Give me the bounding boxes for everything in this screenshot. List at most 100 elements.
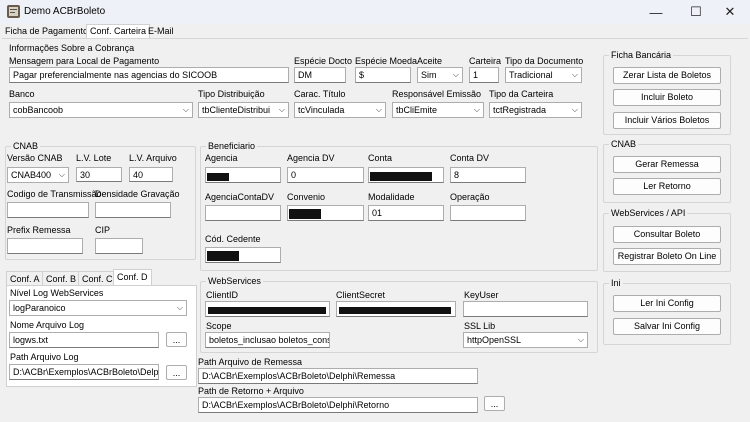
consultar-boleto-button[interactable]: Consultar Boleto bbox=[613, 226, 721, 243]
browse-log-path-button[interactable]: ... bbox=[166, 365, 187, 380]
lv-lote-label: L.V. Lote bbox=[76, 153, 112, 163]
gerar-remessa-button[interactable]: Gerar Remessa bbox=[613, 156, 721, 173]
path-remessa-input[interactable]: D:\ACBr\Exemplos\ACBrBoleto\Delphi\Remes… bbox=[198, 368, 478, 384]
minimize-button[interactable]: — bbox=[636, 0, 676, 24]
ficha-bancaria-title: Ficha Bancária bbox=[609, 50, 674, 60]
incluir-boleto-button[interactable]: Incluir Boleto bbox=[613, 89, 721, 106]
especie-moeda-input[interactable]: $ bbox=[355, 67, 411, 83]
codigo-transmissao-label: Codigo de Transmissão bbox=[7, 189, 102, 199]
key-user-input[interactable] bbox=[463, 301, 588, 317]
path-retorno-input[interactable]: D:\ACBr\Exemplos\ACBrBoleto\Delphi\Retor… bbox=[198, 397, 478, 413]
cip-input[interactable] bbox=[95, 238, 143, 254]
key-user-label: KeyUser bbox=[464, 290, 499, 300]
chevron-down-icon: ⌵ bbox=[577, 335, 584, 344]
codigo-transmissao-input[interactable] bbox=[7, 202, 89, 218]
prefix-remessa-label: Prefix Remessa bbox=[7, 225, 71, 235]
ini-title: Ini bbox=[609, 278, 623, 288]
redacted-value bbox=[339, 307, 451, 314]
client-id-label: ClientID bbox=[206, 290, 239, 300]
salvar-ini-button[interactable]: Salvar Ini Config bbox=[613, 318, 721, 335]
browse-log-file-button[interactable]: ... bbox=[166, 332, 187, 347]
conta-dv-input[interactable]: 8 bbox=[450, 167, 526, 183]
tab-conf-b[interactable]: Conf. B bbox=[42, 271, 81, 286]
chevron-down-icon: ⌵ bbox=[571, 105, 578, 114]
tipo-distribuicao-label: Tipo Distribuição bbox=[198, 89, 265, 99]
redacted-value bbox=[289, 209, 321, 219]
ini-group: Ini bbox=[603, 278, 731, 345]
close-button[interactable]: ✕ bbox=[710, 0, 750, 24]
densidade-label: Densidade Gravação bbox=[95, 189, 180, 199]
tipo-documento-select[interactable]: Tradicional ⌵ bbox=[505, 67, 582, 83]
scope-input[interactable]: boletos_inclusao boletos_consult bbox=[205, 332, 330, 348]
path-remessa-label: Path Arquivo de Remessa bbox=[198, 357, 303, 367]
modalidade-label: Modalidade bbox=[368, 192, 415, 202]
app-icon bbox=[7, 5, 20, 18]
browse-retorno-button[interactable]: ... bbox=[484, 396, 505, 411]
nivel-log-label: Nível Log WebServices bbox=[10, 288, 104, 298]
carteira-label: Carteira bbox=[469, 56, 502, 66]
mensagem-input[interactable]: Pagar preferencialmente nas agencias do … bbox=[9, 67, 289, 83]
operacao-input[interactable] bbox=[450, 205, 526, 221]
tipo-distribuicao-select[interactable]: tbClienteDistribui ⌵ bbox=[198, 102, 289, 118]
zerar-lista-button[interactable]: Zerar Lista de Boletos bbox=[613, 67, 721, 84]
incluir-varios-button[interactable]: Incluir Vários Boletos bbox=[613, 112, 721, 129]
ler-retorno-button[interactable]: Ler Retorno bbox=[613, 178, 721, 195]
webservices-group-title: WebServices bbox=[206, 276, 263, 286]
prefix-remessa-input[interactable] bbox=[7, 238, 83, 254]
cod-cedente-input[interactable] bbox=[205, 247, 281, 263]
tab-email[interactable]: E-Mail bbox=[145, 25, 177, 38]
carac-titulo-label: Carac. Título bbox=[294, 89, 346, 99]
client-id-input[interactable] bbox=[205, 301, 330, 317]
chevron-down-icon: ⌵ bbox=[452, 70, 459, 79]
convenio-input[interactable] bbox=[287, 205, 364, 221]
carteira-input[interactable]: 1 bbox=[469, 67, 499, 83]
densidade-input[interactable] bbox=[95, 202, 171, 218]
path-retorno-label: Path de Retorno + Arquivo bbox=[198, 386, 304, 396]
tipo-documento-label: Tipo da Documento bbox=[505, 56, 584, 66]
registrar-boleto-button[interactable]: Registrar Boleto On Line bbox=[613, 248, 721, 265]
nome-arquivo-log-input[interactable]: logws.txt bbox=[9, 332, 159, 348]
tipo-carteira-select[interactable]: tctRegistrada ⌵ bbox=[489, 102, 582, 118]
agencia-dv-label: Agencia DV bbox=[287, 153, 335, 163]
chevron-down-icon: ⌵ bbox=[375, 105, 382, 114]
cod-cedente-label: Cód. Cedente bbox=[205, 234, 261, 244]
lv-lote-input[interactable]: 30 bbox=[76, 167, 122, 182]
agencia-conta-dv-input[interactable] bbox=[205, 205, 281, 221]
versao-cnab-select[interactable]: CNAB400 ⌵ bbox=[7, 167, 69, 183]
agencia-dv-input[interactable]: 0 bbox=[287, 167, 364, 183]
tab-ficha-pagamento[interactable]: Ficha de Pagamento bbox=[2, 25, 91, 38]
lv-arquivo-label: L.V. Arquivo bbox=[129, 153, 177, 163]
client-secret-input[interactable] bbox=[336, 301, 456, 317]
carac-titulo-select[interactable]: tcVinculada ⌵ bbox=[294, 102, 386, 118]
chevron-down-icon: ⌵ bbox=[473, 105, 480, 114]
nivel-log-select[interactable]: logParanoico ⌵ bbox=[9, 300, 187, 316]
aceite-select[interactable]: Sim ⌵ bbox=[417, 67, 463, 83]
path-arquivo-log-label: Path Arquivo Log bbox=[10, 352, 79, 362]
ler-ini-button[interactable]: Ler Ini Config bbox=[613, 295, 721, 312]
chevron-down-icon: ⌵ bbox=[571, 70, 578, 79]
responsavel-emissao-label: Responsável Emissão bbox=[392, 89, 482, 99]
path-arquivo-log-input[interactable]: D:\ACBr\Exemplos\ACBrBoleto\Delphi\ bbox=[9, 364, 159, 380]
tab-conf-carteira[interactable]: Conf. Carteira bbox=[86, 24, 151, 39]
operacao-label: Operação bbox=[450, 192, 490, 202]
tab-conf-a[interactable]: Conf. A bbox=[6, 271, 44, 286]
especie-docto-input[interactable]: DM bbox=[294, 67, 346, 83]
responsavel-emissao-select[interactable]: tbCliEmite ⌵ bbox=[392, 102, 484, 118]
cobranca-section-title: Informações Sobre a Cobrança bbox=[9, 43, 135, 53]
tab-conf-d[interactable]: Conf. D bbox=[113, 269, 152, 286]
chevron-down-icon: ⌵ bbox=[182, 105, 189, 114]
agencia-input[interactable] bbox=[205, 167, 281, 183]
conta-input[interactable] bbox=[368, 167, 444, 183]
chevron-down-icon: ⌵ bbox=[176, 303, 183, 312]
banco-select[interactable]: cobBancoob ⌵ bbox=[9, 102, 193, 118]
main-tabs: Ficha de Pagamento Conf. Carteira E-Mail bbox=[0, 24, 750, 39]
banco-label: Banco bbox=[9, 89, 35, 99]
webservices-api-title: WebServices / API bbox=[609, 208, 688, 218]
cip-label: CIP bbox=[95, 225, 111, 235]
tab-conf-c[interactable]: Conf. C bbox=[78, 271, 117, 286]
mensagem-label: Mensagem para Local de Pagamento bbox=[9, 56, 160, 66]
redacted-value bbox=[207, 251, 239, 261]
lv-arquivo-input[interactable]: 40 bbox=[129, 167, 173, 182]
ssl-lib-select[interactable]: httpOpenSSL ⌵ bbox=[463, 332, 588, 348]
modalidade-input[interactable]: 01 bbox=[368, 205, 444, 221]
